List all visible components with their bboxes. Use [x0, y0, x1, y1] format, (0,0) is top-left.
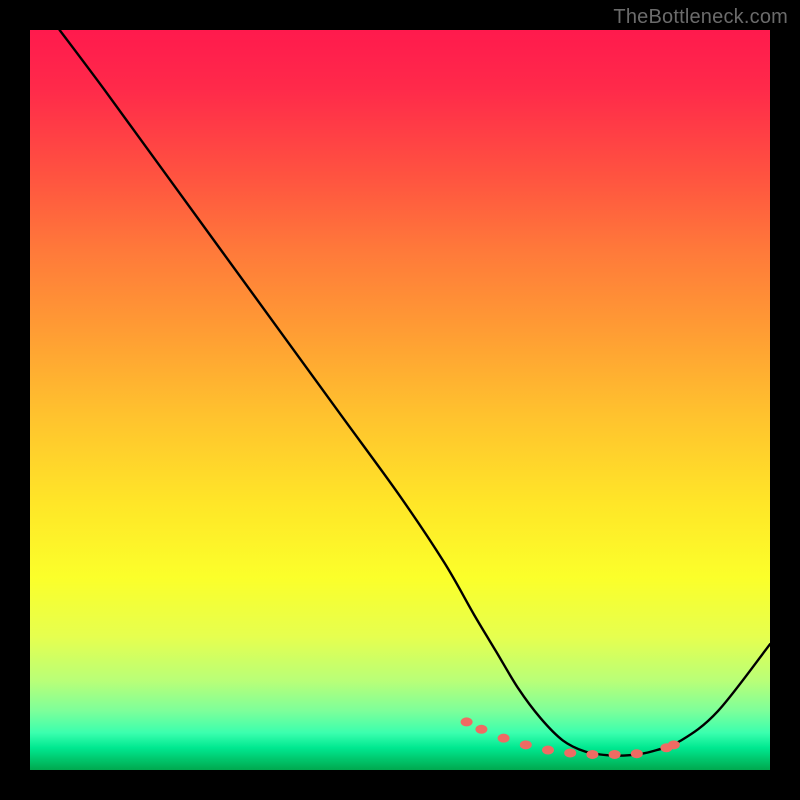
- highlight-dot: [520, 740, 532, 749]
- highlight-dot: [564, 748, 576, 757]
- watermark-text: TheBottleneck.com: [613, 6, 788, 29]
- highlight-dot: [461, 717, 473, 726]
- highlight-dot: [668, 740, 680, 749]
- bottleneck-curve: [60, 30, 770, 756]
- plot-area: [30, 30, 770, 770]
- chart-frame: TheBottleneck.com: [0, 0, 800, 800]
- highlight-dot: [586, 750, 598, 759]
- curve-layer: [30, 30, 770, 770]
- highlight-dot: [631, 749, 643, 758]
- highlight-dot: [542, 746, 554, 755]
- highlight-dot: [475, 725, 487, 734]
- highlight-dot: [498, 734, 510, 743]
- highlight-dot: [609, 750, 621, 759]
